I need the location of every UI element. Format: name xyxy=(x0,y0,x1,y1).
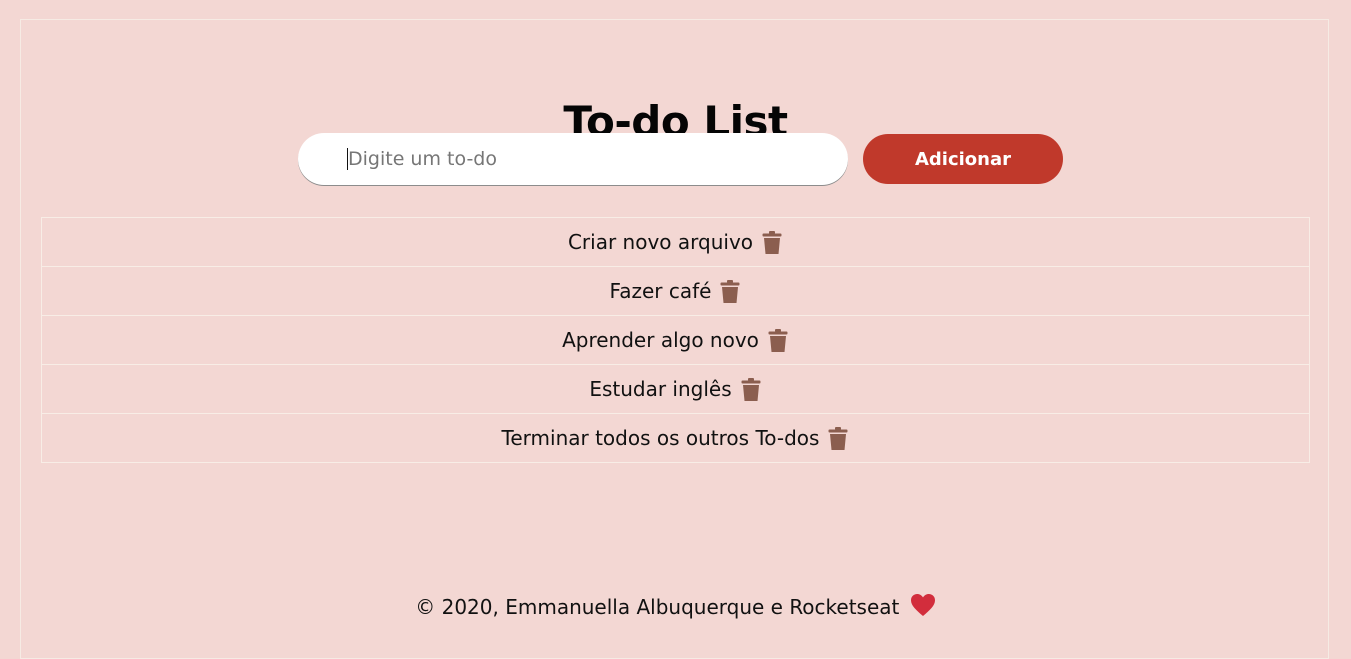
trash-icon[interactable] xyxy=(761,229,783,255)
todo-list: Criar novo arquivo Fazer café Aprender a… xyxy=(41,217,1310,463)
todo-input[interactable] xyxy=(298,133,848,185)
trash-icon[interactable] xyxy=(767,327,789,353)
text-caret xyxy=(347,148,348,170)
todo-text: Criar novo arquivo xyxy=(567,230,754,254)
todo-form: Adicionar xyxy=(298,133,1063,185)
trash-icon[interactable] xyxy=(719,278,741,304)
todo-text: Aprender algo novo xyxy=(562,328,759,352)
footer: © 2020, Emmanuella Albuquerque e Rockets… xyxy=(0,592,1351,625)
trash-icon[interactable] xyxy=(827,425,849,451)
todo-text: Fazer café xyxy=(609,279,712,303)
trash-icon[interactable] xyxy=(740,376,762,402)
todo-item: Terminar todos os outros To-dos xyxy=(41,414,1310,463)
todo-item: Fazer café xyxy=(41,267,1310,316)
todo-item: Estudar inglês xyxy=(41,365,1310,414)
add-button[interactable]: Adicionar xyxy=(863,134,1063,184)
todo-item: Criar novo arquivo xyxy=(41,217,1310,267)
copyright-text: © 2020, Emmanuella Albuquerque e Rockets… xyxy=(415,595,900,619)
todo-item: Aprender algo novo xyxy=(41,316,1310,365)
todo-text: Terminar todos os outros To-dos xyxy=(501,426,820,450)
todo-text: Estudar inglês xyxy=(589,377,732,401)
heart-icon xyxy=(910,593,936,625)
